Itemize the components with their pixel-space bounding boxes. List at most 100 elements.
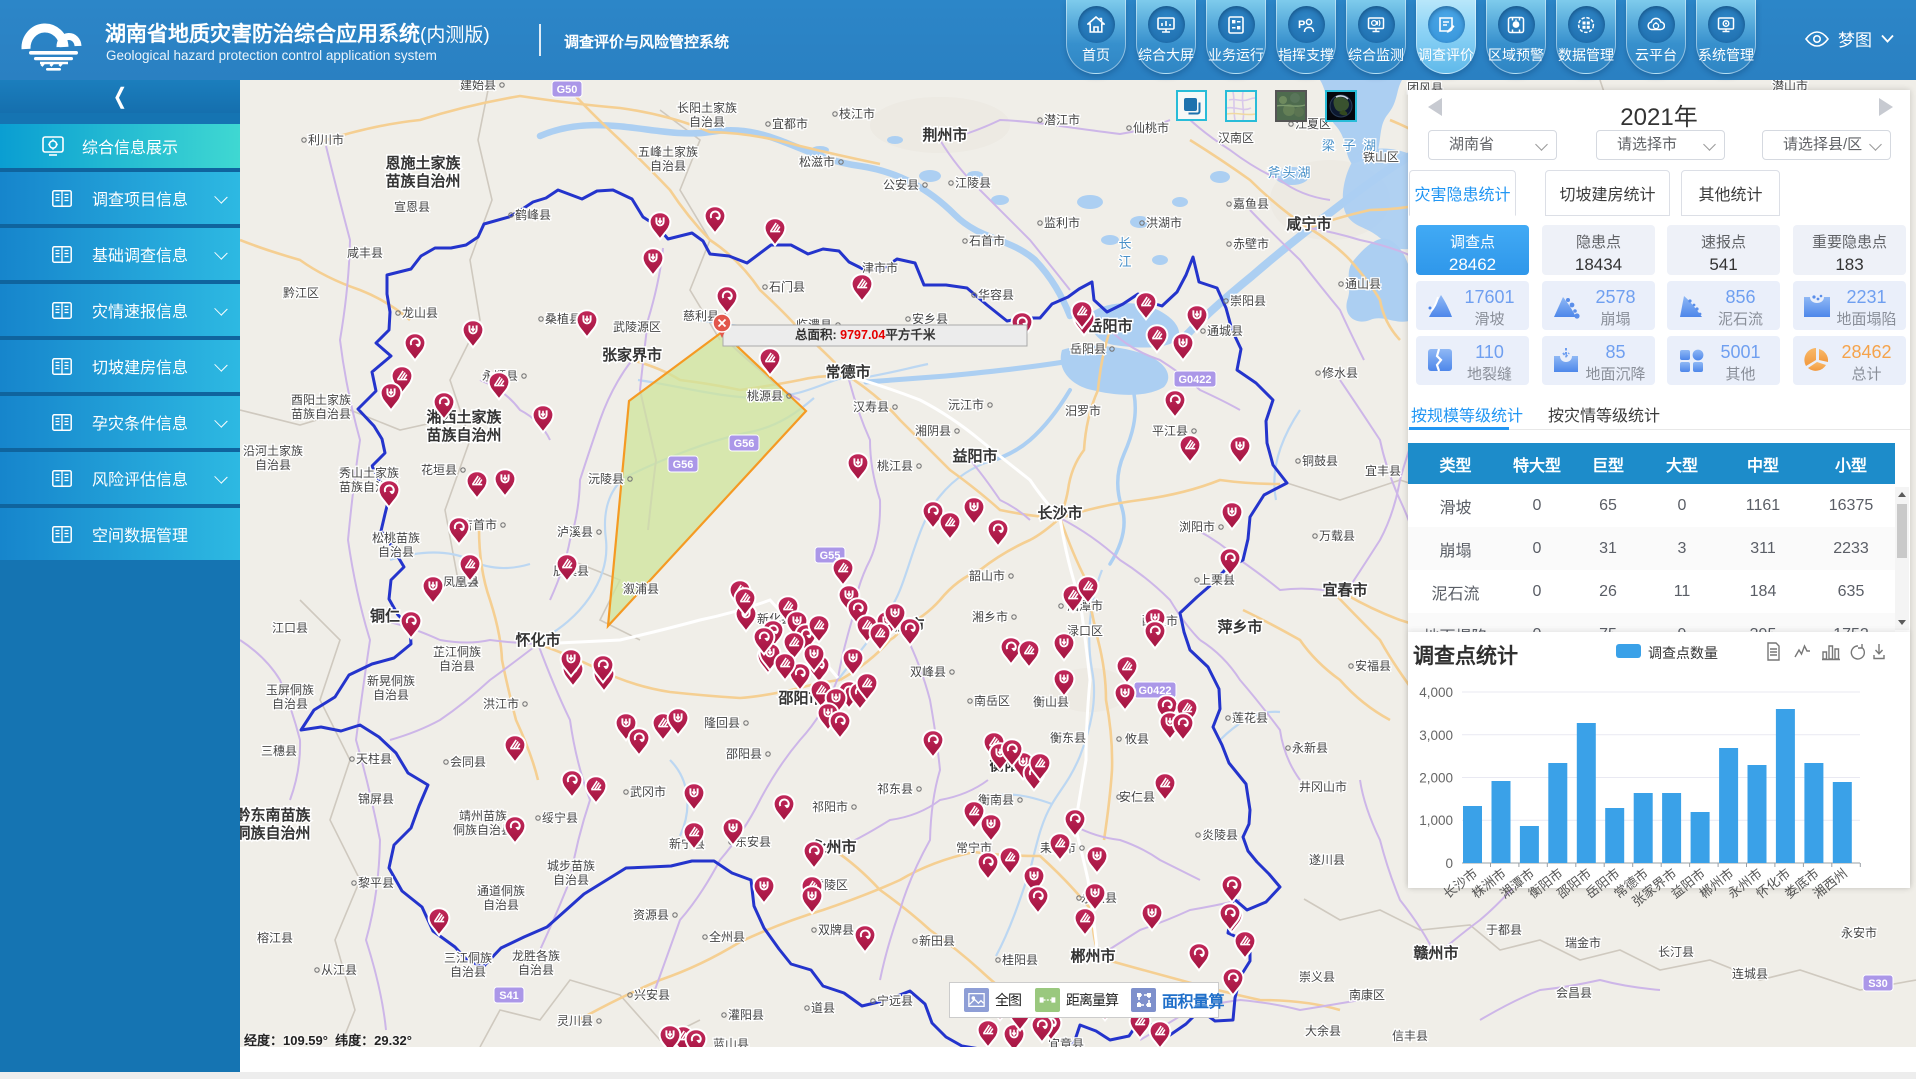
svg-text:祁阳市: 祁阳市: [812, 799, 848, 814]
svg-text:绥宁县: 绥宁县: [542, 810, 578, 825]
svg-text:祁东县: 祁东县: [877, 781, 913, 796]
svg-text:郴州市: 郴州市: [1070, 947, 1115, 965]
svg-text:S30: S30: [1868, 978, 1888, 990]
svg-text:黔江区: 黔江区: [283, 285, 319, 300]
svg-text:自治县: 自治县: [255, 458, 291, 472]
svg-text:芷江侗族: 芷江侗族: [433, 645, 481, 659]
svg-text:新晃侗族: 新晃侗族: [367, 673, 415, 688]
svg-text:洪湖市: 洪湖市: [1146, 215, 1182, 230]
svg-text:三江侗族: 三江侗族: [444, 951, 492, 965]
svg-text:平江县: 平江县: [1152, 424, 1188, 438]
svg-text:张家界市: 张家界市: [602, 346, 662, 364]
svg-text:潜江市: 潜江市: [1044, 112, 1080, 127]
svg-text:资源县: 资源县: [633, 908, 669, 922]
svg-text:三穗县: 三穗县: [261, 744, 297, 758]
svg-text:枝江市: 枝江市: [839, 106, 875, 121]
svg-text:自治县: 自治县: [378, 545, 414, 559]
svg-text:汉南区: 汉南区: [1218, 130, 1254, 145]
svg-text:苗族自治州: 苗族自治州: [385, 172, 460, 190]
svg-text:P: P: [1298, 19, 1305, 31]
svg-text:通山县: 通山县: [1345, 277, 1381, 291]
svg-text:华容县: 华容县: [978, 287, 1014, 302]
svg-text:荆州市: 荆州市: [922, 126, 967, 144]
svg-text:铜仁: 铜仁: [370, 607, 400, 625]
svg-text:0: 0: [1445, 856, 1453, 871]
svg-text:萍乡市: 萍乡市: [1217, 618, 1262, 636]
svg-text:自治县: 自治县: [689, 115, 725, 129]
svg-text:自治县: 自治县: [483, 898, 519, 912]
svg-text:公安县: 公安县: [883, 177, 919, 192]
svg-text:武陵源区: 武陵源区: [613, 320, 661, 334]
svg-text:仙桃市: 仙桃市: [1133, 120, 1169, 135]
svg-text:侗族自治州: 侗族自治州: [240, 824, 311, 842]
svg-text:南康区: 南康区: [1349, 987, 1385, 1002]
svg-text:黎平县: 黎平县: [358, 876, 394, 890]
svg-text:松滋市: 松滋市: [799, 154, 835, 169]
svg-text:1,000: 1,000: [1419, 813, 1453, 828]
svg-text:龙山县: 龙山县: [402, 306, 438, 320]
svg-text:遂川县: 遂川县: [1309, 853, 1345, 867]
svg-text:宜春市: 宜春市: [1322, 581, 1367, 599]
svg-text:赣州市: 赣州市: [1413, 944, 1458, 962]
svg-text:酉阳土家族: 酉阳土家族: [291, 392, 351, 407]
svg-text:江口县: 江口县: [272, 621, 308, 635]
svg-text:自治县: 自治县: [272, 697, 308, 711]
svg-text:黔东南苗族: 黔东南苗族: [240, 806, 311, 824]
svg-text:苗族自治州: 苗族自治州: [426, 426, 501, 444]
svg-text:通道侗族: 通道侗族: [477, 884, 525, 898]
svg-text:崇阳县: 崇阳县: [1230, 294, 1266, 308]
svg-text:泸溪县: 泸溪县: [557, 525, 593, 539]
svg-text:安乡县: 安乡县: [912, 311, 948, 326]
svg-text:锦屏县: 锦屏县: [358, 792, 394, 806]
svg-text:衡东县: 衡东县: [1050, 731, 1086, 745]
svg-text:汉寿县: 汉寿县: [853, 400, 889, 414]
svg-text:梁 子 湖: 梁 子 湖: [1322, 138, 1378, 153]
svg-text:浏阳市: 浏阳市: [1179, 519, 1215, 534]
svg-text:桃江县: 桃江县: [877, 458, 913, 473]
svg-text:长汀县: 长汀县: [1658, 945, 1694, 959]
svg-text:宁远县: 宁远县: [877, 993, 913, 1008]
svg-text:G56: G56: [734, 438, 755, 450]
svg-text:宣恩县: 宣恩县: [394, 199, 430, 214]
svg-text:攸县: 攸县: [1125, 731, 1149, 746]
svg-text:嘉鱼县: 嘉鱼县: [1233, 197, 1269, 211]
svg-text:邵阳县: 邵阳县: [726, 747, 762, 761]
svg-text:道县: 道县: [811, 1001, 835, 1015]
svg-text:会昌县: 会昌县: [1556, 986, 1592, 1000]
svg-text:大余县: 大余县: [1305, 1023, 1341, 1038]
svg-text:苗族自治县: 苗族自治县: [291, 407, 351, 421]
svg-text:3,000: 3,000: [1419, 728, 1453, 743]
svg-text:建始县: 建始县: [460, 80, 496, 92]
svg-text:岳阳县: 岳阳县: [1070, 342, 1106, 356]
svg-text:五峰土家族: 五峰土家族: [638, 144, 698, 159]
svg-text:咸丰县: 咸丰县: [347, 246, 383, 260]
svg-text:沅陵县: 沅陵县: [588, 472, 624, 486]
svg-text:桑植县: 桑植县: [545, 311, 581, 326]
svg-text:江: 江: [1118, 254, 1133, 269]
svg-text:武冈市: 武冈市: [630, 784, 666, 799]
svg-text:修水县: 修水县: [1322, 365, 1358, 380]
svg-text:韶山市: 韶山市: [969, 568, 1005, 583]
svg-text:从江县: 从江县: [321, 963, 357, 977]
svg-text:永新县: 永新县: [1292, 740, 1328, 755]
svg-text:利川市: 利川市: [308, 132, 344, 147]
svg-text:井冈山市: 井冈山市: [1299, 779, 1347, 794]
svg-text:自治县: 自治县: [439, 659, 475, 673]
svg-text:G56: G56: [673, 459, 694, 471]
svg-text:石首市: 石首市: [969, 233, 1005, 248]
svg-text:桃源县: 桃源县: [747, 388, 783, 403]
svg-text:长沙市: 长沙市: [1037, 504, 1082, 522]
svg-text:蓝山县: 蓝山县: [713, 1037, 749, 1047]
svg-text:津市市: 津市市: [862, 260, 898, 275]
svg-text:榕江县: 榕江县: [257, 930, 293, 945]
svg-text:信丰县: 信丰县: [1392, 1029, 1428, 1043]
svg-text:鹤峰县: 鹤峰县: [515, 207, 551, 222]
svg-text:洪江市: 洪江市: [483, 696, 519, 711]
svg-text:新田县: 新田县: [919, 933, 955, 948]
svg-text:溆浦县: 溆浦县: [623, 582, 659, 596]
svg-text:汨罗市: 汨罗市: [1065, 403, 1101, 418]
svg-text:南岳区: 南岳区: [974, 693, 1010, 708]
svg-text:斧头湖: 斧头湖: [1267, 165, 1312, 180]
svg-text:全州县: 全州县: [709, 929, 745, 944]
svg-text:4,000: 4,000: [1419, 685, 1453, 700]
